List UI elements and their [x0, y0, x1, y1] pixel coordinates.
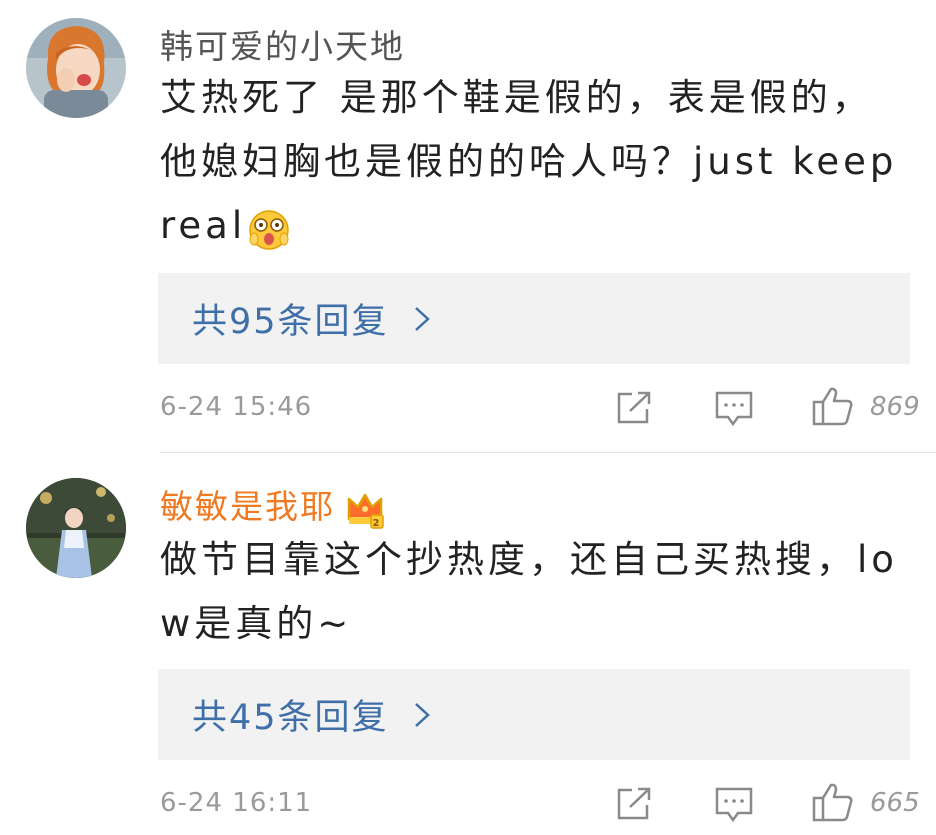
avatar-image	[26, 478, 126, 578]
like-count: 665	[870, 788, 920, 818]
thumbs-up-icon	[812, 783, 853, 822]
avatar[interactable]	[26, 18, 126, 118]
username[interactable]: 敏敏是我耶 2	[160, 480, 385, 529]
share-button[interactable]	[616, 787, 652, 821]
timestamp: 6-24 16:11	[160, 788, 313, 818]
chevron-right-icon	[414, 306, 430, 331]
thumbs-up-icon	[812, 387, 853, 426]
svg-text:2: 2	[373, 518, 382, 529]
view-replies-button[interactable]: 共45条回复	[158, 669, 910, 760]
comment-icon	[715, 391, 753, 427]
username[interactable]: 韩可爱的小天地	[160, 20, 405, 68]
like-button[interactable]	[812, 782, 854, 822]
comment-button[interactable]	[715, 787, 753, 823]
comment-icon	[715, 787, 753, 823]
shocked-face-emoji	[248, 207, 290, 250]
share-icon	[617, 787, 651, 820]
avatar[interactable]	[26, 478, 126, 578]
like-button[interactable]	[812, 386, 854, 426]
username-text: 敏敏是我耶	[160, 487, 335, 526]
view-replies-button[interactable]: 共95条回复	[158, 273, 910, 364]
share-button[interactable]	[616, 391, 652, 425]
share-icon	[617, 391, 651, 424]
comment-button[interactable]	[715, 391, 753, 427]
reply-count-label: 共95条回复	[192, 302, 389, 342]
reply-count-label: 共45条回复	[192, 698, 389, 738]
chevron-right-icon	[414, 702, 430, 727]
comment-text: 艾热死了 是那个鞋是假的，表是假的，他媳妇胸也是假的的哈人吗？just keep…	[160, 66, 910, 258]
timestamp: 6-24 15:46	[160, 392, 313, 422]
crown-vip-icon: 2	[345, 489, 385, 529]
like-count: 869	[870, 392, 920, 422]
comment-text: 做节目靠这个抄热度，还自己买热搜，low是真的~	[160, 538, 898, 645]
divider	[160, 452, 936, 453]
avatar-image	[26, 18, 126, 118]
